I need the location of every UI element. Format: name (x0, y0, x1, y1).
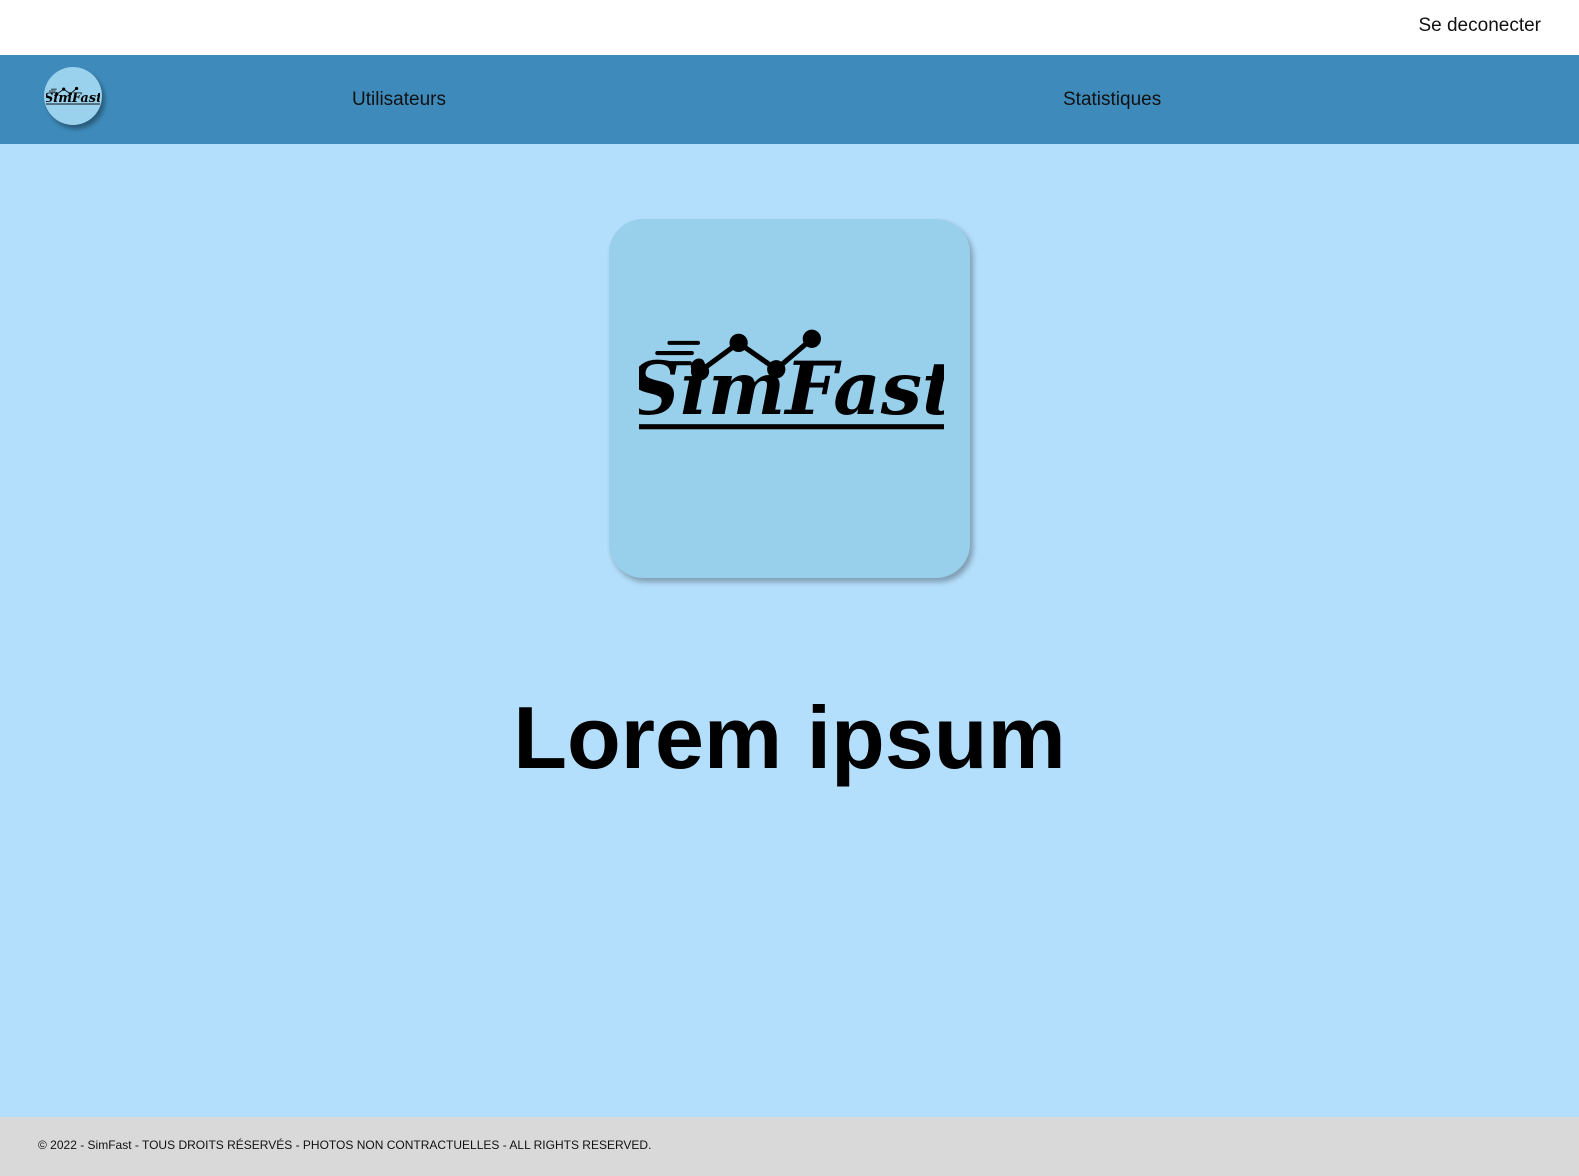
logout-link[interactable]: Se deconecter (1418, 15, 1541, 37)
footer-copyright: © 2022 - SimFast - TOUS DROITS RÉSERVÉS … (38, 1138, 652, 1152)
navbar-logo-text: SimFast (46, 91, 100, 106)
nav-item-users[interactable]: Utilisateurs (352, 89, 446, 111)
simfast-logo-icon: SimFast (639, 329, 944, 432)
simfast-logo-card: SimFast (609, 219, 970, 578)
top-bar: Se deconecter (0, 0, 1579, 55)
navbar-logo[interactable]: SimFast (44, 67, 102, 125)
main-navbar: SimFast Utilisateurs Statistiques (0, 55, 1579, 144)
footer: © 2022 - SimFast - TOUS DROITS RÉSERVÉS … (0, 1117, 1579, 1176)
simfast-logo-icon: SimFast (46, 86, 100, 106)
page-title: Lorem ipsum (513, 688, 1066, 787)
nav-item-statistics[interactable]: Statistiques (1063, 89, 1161, 111)
logo-text: SimFast (639, 346, 944, 432)
